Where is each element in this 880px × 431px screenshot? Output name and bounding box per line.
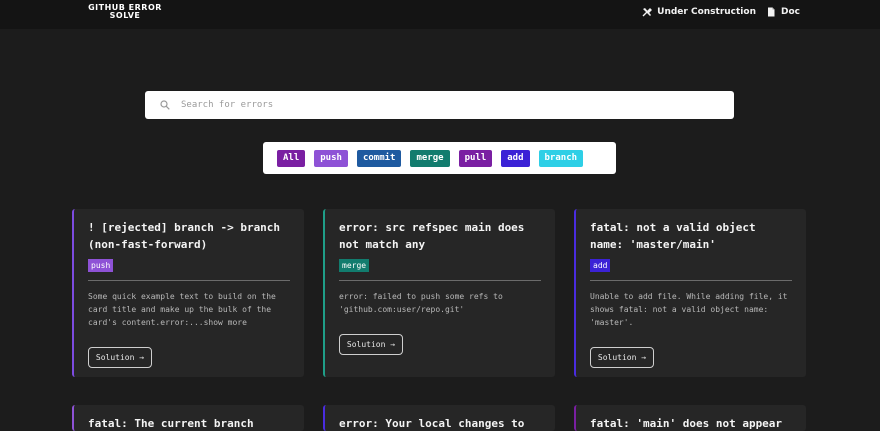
solution-button[interactable]: Solution → [88, 347, 152, 368]
error-card: error: src refspec main does not match a… [323, 209, 555, 377]
card-title[interactable]: fatal: not a valid object name: 'master/… [590, 219, 792, 253]
card-title[interactable]: fatal: The current branch master [88, 415, 290, 431]
nav-under-construction[interactable]: Under Construction [642, 7, 756, 17]
card-title[interactable]: fatal: 'main' does not appear to [590, 415, 792, 431]
error-card: ! [rejected] branch -> branch (non-fast-… [72, 209, 304, 377]
navbar: GITHUB ERROR SOLVE Under Construction Do… [0, 0, 880, 29]
filter-push[interactable]: push [314, 149, 348, 167]
error-card: fatal: 'main' does not appear to [574, 405, 806, 431]
filter-branch[interactable]: branch [538, 149, 584, 167]
filter-bar: All push commit merge pull add branch [263, 142, 616, 174]
filter-pull[interactable]: pull [458, 149, 493, 167]
card-tag[interactable]: push [88, 259, 114, 272]
card-divider [590, 280, 792, 281]
card-tag[interactable]: add [590, 259, 611, 272]
filter-merge[interactable]: merge [410, 149, 450, 167]
card-title[interactable]: error: src refspec main does not match a… [339, 219, 541, 253]
logo-line-2: SOLVE [109, 11, 141, 20]
error-card: fatal: The current branch master [72, 405, 304, 431]
card-title[interactable]: ! [rejected] branch -> branch (non-fast-… [88, 219, 290, 253]
card-body: Some quick example text to build on the … [88, 292, 276, 327]
search-input[interactable] [181, 100, 681, 110]
solution-button[interactable]: Solution → [339, 334, 403, 355]
tools-icon [642, 8, 653, 17]
nav-under-construction-label: Under Construction [657, 7, 756, 17]
card-divider [339, 280, 541, 281]
filter-commit[interactable]: commit [356, 149, 402, 167]
nav-links: Under Construction Doc [642, 7, 800, 17]
search-bar [145, 91, 734, 119]
card-body: Unable to add file. While adding file, i… [590, 292, 788, 327]
nav-doc[interactable]: Doc [766, 7, 800, 17]
card-body: error: failed to push some refs to 'gith… [339, 292, 503, 314]
nav-doc-label: Doc [781, 7, 800, 17]
site-logo[interactable]: GITHUB ERROR SOLVE [80, 4, 170, 20]
card-tag[interactable]: merge [339, 259, 370, 272]
filter-all[interactable]: All [277, 149, 306, 167]
search-icon [160, 100, 170, 110]
card-divider [88, 280, 290, 281]
card-title[interactable]: error: Your local changes to the [339, 415, 541, 431]
filter-add[interactable]: add [501, 149, 530, 167]
error-card: fatal: not a valid object name: 'master/… [574, 209, 806, 377]
solution-button[interactable]: Solution → [590, 347, 654, 368]
error-card: error: Your local changes to the [323, 405, 555, 431]
document-icon [768, 7, 775, 17]
